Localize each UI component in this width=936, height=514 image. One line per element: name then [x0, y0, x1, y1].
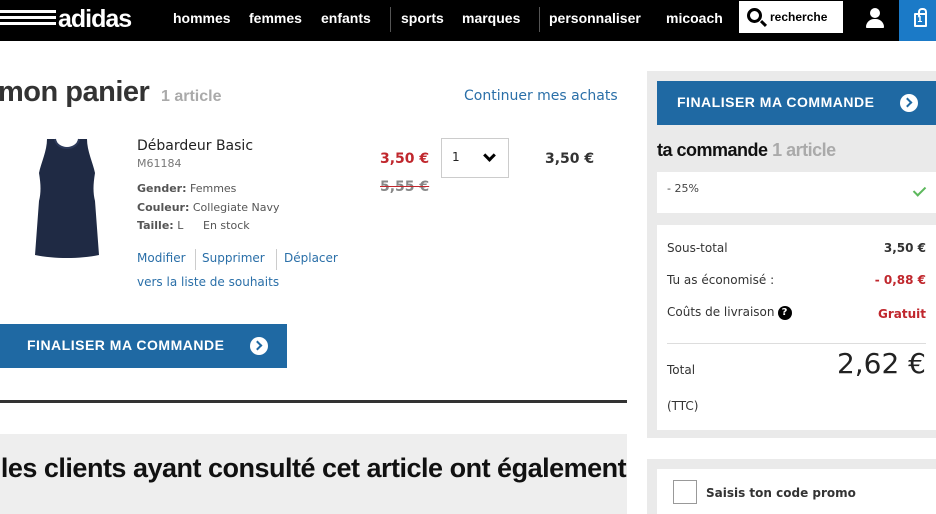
recommendations-title: les clients ayant consulté cet article o…: [0, 453, 627, 483]
account-icon[interactable]: [864, 8, 886, 30]
applied-promo: - 25%: [657, 172, 936, 213]
order-totals: Sous-total 3,50 € Tu as économisé : - 0,…: [657, 225, 936, 430]
shipping-value: Gratuit: [878, 307, 926, 321]
original-price: 5,55 €: [380, 179, 430, 195]
quantity-select[interactable]: 1: [441, 138, 509, 178]
nav-link-enfants[interactable]: enfants: [321, 10, 371, 26]
savings-value: - 0,88 €: [874, 273, 926, 287]
move-to-wishlist-link[interactable]: Déplacer: [284, 251, 338, 265]
nav-link-marques[interactable]: marques: [462, 10, 520, 26]
page-title: mon panier: [0, 76, 150, 108]
cart-count: 1: [917, 15, 923, 24]
search-icon: [747, 8, 762, 23]
checkout-button-sidebar[interactable]: FINALISER MA COMMANDE: [657, 81, 936, 125]
promo-code-card: Saisis ton code promo: [657, 469, 936, 514]
modify-link[interactable]: Modifier: [137, 251, 186, 265]
arrow-right-icon: [250, 337, 268, 355]
search-label: recherche: [770, 10, 828, 24]
subtotal-value: 3,50 €: [883, 241, 926, 255]
nav-divider: [390, 7, 391, 32]
order-title: ta commande 1 article: [657, 140, 836, 160]
product-sku: M61184: [137, 157, 182, 170]
section-divider: [0, 400, 627, 403]
total-value: 2,62 €: [836, 347, 926, 380]
continue-shopping-link[interactable]: Continuer mes achats: [464, 88, 618, 104]
shipping-label: Coûts de livraison?: [667, 305, 792, 320]
remove-link[interactable]: Supprimer: [202, 251, 265, 265]
chevron-down-icon: [483, 149, 496, 162]
action-divider: [276, 249, 277, 270]
checkout-button-label: FINALISER MA COMMANDE: [677, 94, 875, 110]
logo-stripes-icon: [0, 10, 56, 30]
total-ttc-label: (TTC): [667, 399, 699, 413]
nav-link-micoach[interactable]: micoach: [666, 10, 723, 26]
product-color: Couleur: Collegiate Navy: [137, 201, 280, 214]
cart-button[interactable]: 1: [899, 0, 936, 41]
nav-link-hommes[interactable]: hommes: [173, 10, 231, 26]
action-divider: [195, 249, 196, 270]
product-name[interactable]: Débardeur Basic: [137, 138, 253, 154]
move-to-wishlist-link-continued[interactable]: vers la liste de souhaits: [137, 275, 279, 289]
nav-link-sports[interactable]: sports: [401, 10, 444, 26]
promo-discount: - 25%: [667, 182, 699, 195]
promo-code-label[interactable]: Saisis ton code promo: [706, 486, 856, 500]
totals-divider: [667, 343, 926, 344]
search-button[interactable]: recherche: [739, 1, 843, 33]
total-label: Total: [667, 363, 696, 377]
help-icon[interactable]: ?: [777, 305, 792, 320]
subtotal-label: Sous-total: [667, 241, 728, 255]
logo-wordmark: adidas: [58, 5, 132, 33]
quantity-value: 1: [452, 150, 460, 164]
stock-status: En stock: [203, 219, 250, 232]
checkmark-icon: [912, 183, 927, 197]
line-total: 3,50 €: [545, 151, 595, 167]
nav-link-femmes[interactable]: femmes: [249, 10, 302, 26]
sale-price: 3,50 €: [380, 151, 430, 167]
nav-divider: [539, 7, 540, 32]
product-image[interactable]: [33, 137, 101, 259]
checkout-button-label: FINALISER MA COMMANDE: [27, 337, 225, 353]
promo-code-checkbox[interactable]: [673, 480, 697, 504]
arrow-right-icon: [900, 94, 918, 112]
top-navigation: adidas hommes femmes enfants sports marq…: [0, 0, 936, 41]
product-gender: Gender: Femmes: [137, 182, 237, 195]
cart-item-count: 1 article: [161, 88, 222, 105]
product-size: Taille: L: [137, 219, 184, 232]
order-item-count: 1 article: [772, 140, 836, 160]
savings-label: Tu as économisé :: [667, 273, 775, 287]
checkout-button[interactable]: FINALISER MA COMMANDE: [0, 324, 287, 368]
nav-link-personnaliser[interactable]: personnaliser: [549, 10, 641, 26]
